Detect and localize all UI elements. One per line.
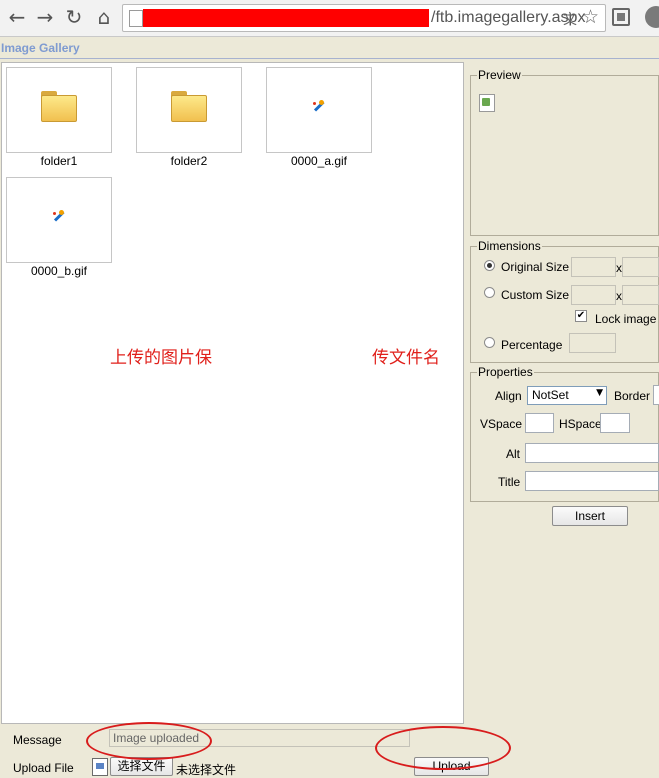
custom-width-field[interactable]: [571, 285, 616, 305]
percentage-field[interactable]: [569, 333, 616, 353]
percentage-label: Percentage: [501, 338, 563, 352]
address-bar[interactable]: /ftb.imagegallery.aspx 文 ☆: [122, 4, 606, 32]
file-icon: [92, 758, 108, 776]
menu-icon[interactable]: [645, 6, 659, 28]
align-value: NotSet: [532, 388, 569, 402]
folder-thumb[interactable]: [6, 67, 112, 153]
border-field[interactable]: [653, 385, 659, 405]
page-title: Image Gallery: [1, 41, 80, 55]
browser-toolbar: ← → ↻ ⌂ /ftb.imagegallery.aspx 文 ☆: [0, 0, 659, 37]
title-field[interactable]: [525, 471, 659, 491]
annotation-ellipse: [375, 726, 511, 770]
custom-height-field[interactable]: [622, 285, 659, 305]
home-icon[interactable]: ⌂: [93, 6, 115, 28]
folder-icon: [41, 88, 77, 124]
alt-field[interactable]: [525, 443, 659, 463]
custom-size-radio[interactable]: [484, 287, 495, 298]
reload-icon[interactable]: ↻: [63, 6, 85, 28]
title-label: Title: [498, 475, 521, 489]
align-select[interactable]: NotSet ▼: [527, 386, 607, 405]
hspace-field[interactable]: [600, 413, 630, 433]
annotation-cover: [229, 340, 371, 364]
lock-image-label: Lock image: [595, 312, 657, 326]
extension-icon[interactable]: [612, 8, 630, 26]
annotation-text-right: 传文件名: [372, 348, 440, 368]
preview-legend: Preview: [478, 68, 521, 82]
vspace-field[interactable]: [525, 413, 554, 433]
thumb-label[interactable]: folder2: [136, 154, 242, 168]
no-file-chosen-label: 未选择文件: [176, 763, 237, 777]
message-label: Message: [13, 733, 62, 747]
lock-image-checkbox[interactable]: ✔: [575, 310, 587, 322]
translate-icon[interactable]: 文: [563, 9, 577, 29]
thumb-label[interactable]: folder1: [6, 154, 112, 168]
broken-image-icon: [479, 94, 495, 112]
hspace-label: HSpace: [559, 417, 602, 431]
original-width-field: [571, 257, 616, 277]
original-height-field: [622, 257, 659, 277]
forward-icon[interactable]: →: [34, 6, 56, 28]
folder-icon: [171, 88, 207, 124]
redaction-block: [143, 9, 429, 27]
page-header: Image Gallery: [0, 40, 659, 59]
dropdown-arrow-icon: ▼: [596, 388, 603, 398]
custom-size-label: Custom Size: [501, 288, 570, 302]
gallery-panel: folder1 folder2 0000_a.gif 0000_b.gif: [1, 62, 464, 724]
bookmark-star-icon[interactable]: ☆: [582, 6, 599, 28]
annotation-ellipse: [86, 722, 212, 760]
annotation-text-left: 上传的图片保: [110, 348, 212, 368]
border-label: Border: [614, 389, 651, 403]
folder-thumb[interactable]: [136, 67, 242, 153]
page-icon: [129, 10, 143, 27]
image-thumb[interactable]: [6, 177, 112, 263]
properties-legend: Properties: [478, 365, 533, 379]
image-thumb[interactable]: [266, 67, 372, 153]
dimensions-legend: Dimensions: [478, 239, 541, 253]
align-label: Align: [495, 389, 522, 403]
original-size-radio[interactable]: [484, 260, 495, 271]
thumb-label[interactable]: 0000_a.gif: [266, 154, 372, 168]
thumb-label[interactable]: 0000_b.gif: [6, 264, 112, 278]
original-size-label: Original Size: [501, 260, 570, 274]
percentage-radio[interactable]: [484, 337, 495, 348]
insert-button[interactable]: Insert: [552, 506, 628, 526]
back-icon[interactable]: ←: [6, 6, 28, 28]
magic-wand-icon: [312, 100, 328, 116]
preview-fieldset: Preview: [470, 68, 659, 236]
vspace-label: VSpace: [480, 417, 523, 431]
magic-wand-icon: [52, 210, 68, 226]
upload-file-label: Upload File: [13, 761, 74, 775]
alt-label: Alt: [506, 447, 521, 461]
